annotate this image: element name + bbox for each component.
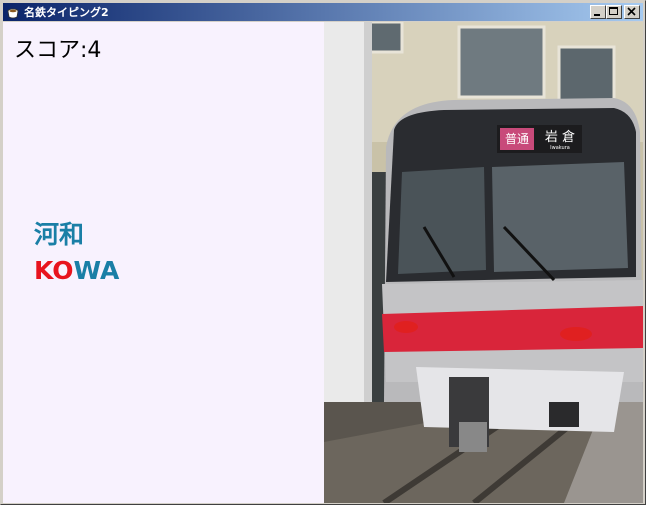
maximize-button[interactable] bbox=[606, 5, 622, 19]
destination-romaji-label: Iwakura bbox=[550, 145, 570, 151]
title-bar[interactable]: 名鉄タイピング2 bbox=[3, 3, 643, 21]
score-display: スコア:4 bbox=[14, 38, 102, 63]
client-area: スコア:4 河和 KOWA 普通 岩 倉 Iwakura bbox=[3, 22, 643, 503]
station-kanji-text: 河和 bbox=[34, 220, 85, 249]
window-controls bbox=[590, 5, 640, 19]
station-name-kanji: 河和 bbox=[34, 215, 84, 251]
minimize-button[interactable] bbox=[590, 5, 606, 19]
teacup-icon bbox=[6, 5, 20, 19]
romaji-typed: KO bbox=[34, 256, 74, 285]
window-title: 名鉄タイピング2 bbox=[24, 6, 109, 19]
romaji-prompt: KOWA bbox=[34, 256, 119, 285]
typing-pane: スコア:4 河和 KOWA bbox=[3, 22, 324, 503]
romaji-remaining: WA bbox=[73, 256, 120, 285]
app-window: 名鉄タイピング2 スコア:4 河和 KOWA 普通 岩 倉 Iwakura bbox=[0, 0, 646, 505]
destination-kanji-label: 岩 倉 bbox=[545, 130, 575, 145]
train-photo: 普通 岩 倉 Iwakura bbox=[324, 22, 643, 503]
train-photo-svg: 普通 岩 倉 Iwakura bbox=[324, 22, 643, 503]
close-button[interactable] bbox=[624, 5, 640, 19]
service-type-label: 普通 bbox=[505, 132, 529, 146]
